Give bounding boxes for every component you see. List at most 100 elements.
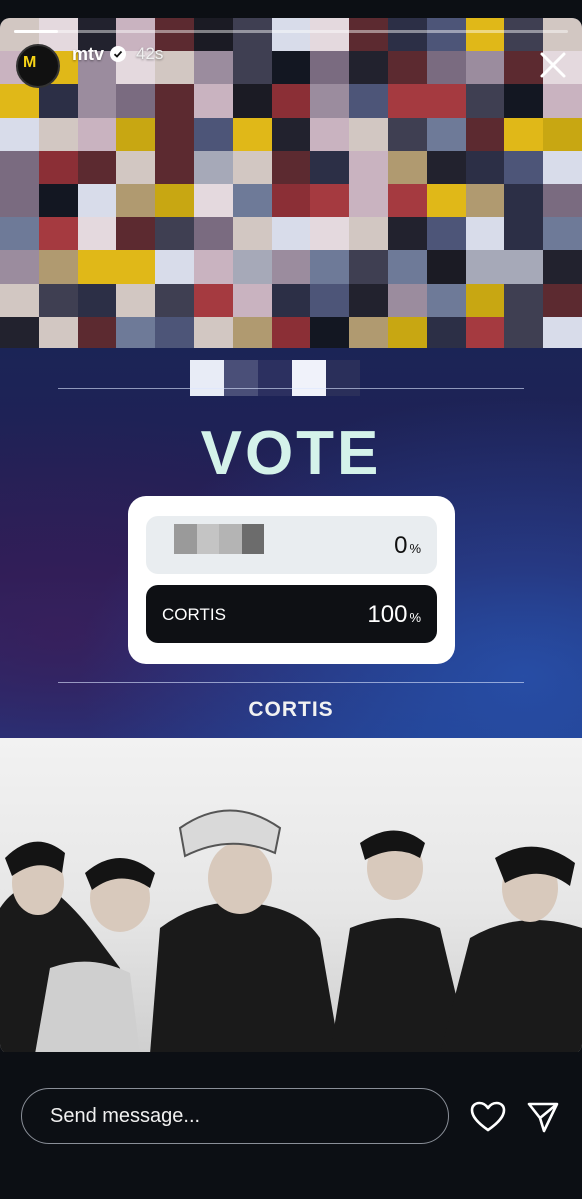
pixel-block bbox=[543, 184, 582, 218]
avatar[interactable]: M bbox=[16, 44, 60, 88]
pixel-block bbox=[504, 117, 544, 151]
pixel-block bbox=[543, 18, 582, 52]
poll-option-1-percent: 0% bbox=[394, 532, 421, 559]
poll-option-1[interactable]: 0% bbox=[146, 516, 437, 574]
poll-option-2[interactable]: CORTIS 100% bbox=[146, 585, 437, 643]
pixel-block bbox=[77, 117, 117, 151]
pixel-block bbox=[232, 316, 272, 350]
pixel-block bbox=[271, 316, 311, 350]
pixel-block bbox=[310, 217, 350, 251]
pixel-block bbox=[116, 84, 156, 118]
pixel-block bbox=[543, 316, 582, 350]
pixel-block bbox=[193, 150, 233, 184]
pixel-block bbox=[387, 18, 427, 52]
pixel-block bbox=[155, 283, 194, 317]
poll-title: VOTE bbox=[200, 419, 382, 488]
pixel-block bbox=[193, 250, 233, 284]
close-icon[interactable] bbox=[536, 48, 570, 82]
send-message-input[interactable] bbox=[21, 1088, 449, 1144]
pixel-block bbox=[0, 184, 39, 218]
pixel-block bbox=[310, 316, 350, 350]
pixel-block bbox=[504, 84, 544, 118]
pixel-block bbox=[465, 51, 505, 85]
pixel-block bbox=[0, 217, 39, 251]
pixel-block bbox=[232, 84, 272, 118]
pixel-block bbox=[0, 283, 39, 317]
pixel-block bbox=[155, 250, 194, 284]
pixel-block bbox=[349, 316, 388, 350]
pixel-block bbox=[387, 250, 427, 284]
pixel-block bbox=[77, 316, 117, 350]
pixel-block bbox=[426, 250, 466, 284]
story-progress-fill bbox=[14, 30, 59, 33]
poll-sticker: 0% CORTIS 100% bbox=[128, 496, 455, 664]
pixel-block bbox=[310, 283, 350, 317]
pixel-block bbox=[77, 283, 117, 317]
pixel-block bbox=[116, 316, 156, 350]
pixel-block bbox=[190, 360, 224, 396]
mtv-logo: M bbox=[23, 54, 37, 71]
pixel-block bbox=[116, 283, 156, 317]
story-progress-bar bbox=[14, 30, 568, 33]
pixel-block bbox=[426, 184, 466, 218]
pixel-block bbox=[504, 184, 544, 218]
pixel-block bbox=[38, 84, 78, 118]
pixel-block bbox=[77, 150, 117, 184]
story-frame[interactable]: VOTE 0% CORTIS 100% CORTIS bbox=[0, 18, 582, 1054]
pixel-block bbox=[426, 18, 466, 52]
pixel-block bbox=[116, 250, 156, 284]
heart-icon[interactable] bbox=[470, 1101, 506, 1133]
pixel-block bbox=[271, 117, 311, 151]
pixel-block bbox=[349, 84, 388, 118]
pixel-block bbox=[232, 184, 272, 218]
pixel-block bbox=[193, 283, 233, 317]
pixel-block bbox=[310, 51, 350, 85]
pixel-block bbox=[349, 283, 388, 317]
pixel-block bbox=[0, 117, 39, 151]
pixel-block bbox=[543, 250, 582, 284]
pixel-block bbox=[426, 117, 466, 151]
pixel-block bbox=[193, 184, 233, 218]
pixel-block bbox=[387, 84, 427, 118]
send-icon[interactable] bbox=[526, 1100, 560, 1134]
pixel-block bbox=[155, 84, 194, 118]
pixel-block bbox=[543, 150, 582, 184]
pixel-block bbox=[0, 250, 39, 284]
pixel-block bbox=[77, 84, 117, 118]
pixel-block bbox=[232, 18, 272, 52]
pixel-block bbox=[116, 217, 156, 251]
pixel-block bbox=[155, 184, 194, 218]
pixel-block bbox=[387, 184, 427, 218]
pixel-block bbox=[38, 217, 78, 251]
pixel-block bbox=[38, 184, 78, 218]
pixel-block bbox=[155, 217, 194, 251]
pixel-block bbox=[387, 217, 427, 251]
pixel-block bbox=[543, 283, 582, 317]
pixel-block bbox=[426, 51, 466, 85]
pixel-block bbox=[271, 51, 311, 85]
pixel-block bbox=[193, 84, 233, 118]
pixel-block bbox=[426, 217, 466, 251]
pixel-block bbox=[232, 250, 272, 284]
pixel-block bbox=[271, 18, 311, 52]
pixel-block bbox=[232, 283, 272, 317]
username[interactable]: mtv bbox=[72, 44, 104, 65]
pixel-block bbox=[0, 84, 39, 118]
pixel-block bbox=[310, 150, 350, 184]
poll-option-2-percent: 100% bbox=[367, 601, 421, 628]
pixel-block bbox=[0, 150, 39, 184]
pixel-block bbox=[193, 217, 233, 251]
pixel-block bbox=[465, 84, 505, 118]
pixel-block bbox=[0, 316, 39, 350]
pixel-block bbox=[504, 217, 544, 251]
pixel-block bbox=[232, 117, 272, 151]
pixel-block bbox=[349, 184, 388, 218]
pixel-block bbox=[465, 316, 505, 350]
pixel-block bbox=[77, 184, 117, 218]
pixel-block bbox=[271, 283, 311, 317]
pixel-block bbox=[310, 184, 350, 218]
pixel-block bbox=[155, 117, 194, 151]
pixel-block bbox=[349, 217, 388, 251]
pixel-block bbox=[38, 150, 78, 184]
group-photo bbox=[0, 738, 582, 1052]
